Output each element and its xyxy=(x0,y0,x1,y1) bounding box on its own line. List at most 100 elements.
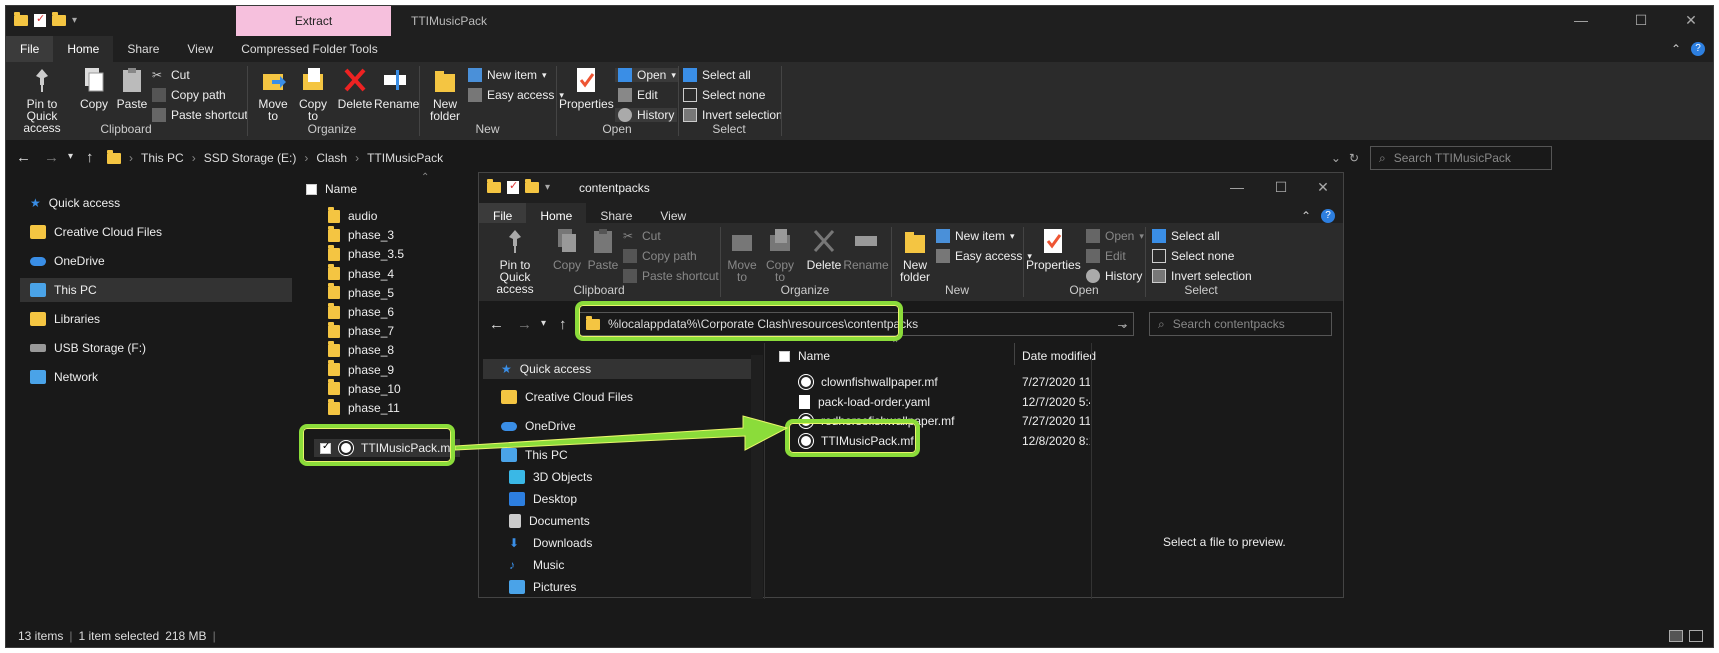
recent-chevron-icon[interactable]: ▾ xyxy=(68,151,73,162)
paste-button[interactable]: Paste xyxy=(114,66,150,110)
nav-music[interactable]: ♪ Music xyxy=(509,558,564,572)
nav-onedrive[interactable]: OneDrive xyxy=(30,254,105,268)
list-item[interactable]: phase_5 xyxy=(328,283,394,300)
nav-quick-access[interactable]: ★ Quick access xyxy=(483,359,751,379)
list-item[interactable]: phase_6 xyxy=(328,302,394,319)
minimize-icon[interactable]: — xyxy=(1571,12,1591,28)
tab-share[interactable]: Share xyxy=(113,36,173,62)
forward-icon[interactable]: → xyxy=(517,316,532,333)
chevron-down-icon[interactable]: ▾ xyxy=(545,182,550,193)
easy-access-button[interactable]: Easy access ▾ xyxy=(468,88,564,102)
select-none-button[interactable]: Select none xyxy=(1152,249,1234,263)
breadcrumb-ssd[interactable]: SSD Storage (E:) xyxy=(204,151,297,165)
properties-icon[interactable] xyxy=(507,179,519,194)
invert-selection-button[interactable]: Invert selection xyxy=(683,108,783,122)
list-item[interactable]: phase_4 xyxy=(328,264,394,281)
collapse-ribbon-icon[interactable]: ⌃ xyxy=(1301,209,1311,223)
breadcrumb-clash[interactable]: Clash xyxy=(316,151,347,165)
new-folder-button[interactable]: New folder xyxy=(896,227,934,283)
list-item[interactable]: pack-load-order.yaml xyxy=(799,394,930,409)
paste-shortcut-button[interactable]: Paste shortcut xyxy=(152,108,248,122)
nav-pictures[interactable]: Pictures xyxy=(509,580,576,594)
breadcrumb-this-pc[interactable]: This PC xyxy=(141,151,184,165)
forward-icon[interactable]: → xyxy=(44,149,59,166)
nav-quick-access[interactable]: ★ Quick access xyxy=(30,196,120,210)
open-button[interactable]: Open ▾ xyxy=(1086,229,1144,243)
column-header-name[interactable]: Name xyxy=(779,349,830,363)
edit-button[interactable]: Edit xyxy=(618,88,658,102)
maximize-icon[interactable]: ☐ xyxy=(1271,179,1291,196)
properties-button[interactable]: Properties xyxy=(559,66,614,110)
cut-button[interactable]: ✂ Cut xyxy=(152,68,190,82)
list-item[interactable]: clownfishwallpaper.mf xyxy=(799,375,938,389)
close-icon[interactable]: ✕ xyxy=(1313,179,1333,196)
rename-button[interactable]: Rename xyxy=(374,66,419,110)
recent-chevron-icon[interactable]: ▾ xyxy=(541,318,546,329)
help-icon[interactable]: ? xyxy=(1321,209,1335,223)
copy-path-button[interactable]: Copy path xyxy=(152,88,226,102)
column-header-name[interactable]: Name xyxy=(306,182,357,196)
back-icon[interactable]: ← xyxy=(489,316,504,333)
new-item-button[interactable]: New item ▾ xyxy=(936,229,1015,243)
refresh-icon[interactable]: ↻ xyxy=(1349,151,1359,165)
new-folder-icon[interactable] xyxy=(52,12,66,26)
select-all-button[interactable]: Select all xyxy=(683,68,751,82)
nav-network[interactable]: Network xyxy=(30,370,98,384)
properties-icon[interactable] xyxy=(34,12,46,27)
column-header-date[interactable]: Date modified xyxy=(1022,349,1096,363)
paste-shortcut-button[interactable]: Paste shortcut xyxy=(623,269,719,283)
copy-button[interactable]: Copy xyxy=(549,227,585,271)
new-item-button[interactable]: New item ▾ xyxy=(468,68,547,82)
new-folder-icon[interactable] xyxy=(525,179,539,193)
list-item[interactable]: phase_9 xyxy=(328,360,394,377)
nav-3d-objects[interactable]: 3D Objects xyxy=(509,470,592,484)
tab-home[interactable]: Home xyxy=(53,36,114,62)
delete-button[interactable]: Delete xyxy=(805,227,843,271)
list-item[interactable]: phase_11 xyxy=(328,398,400,415)
tab-file[interactable]: File xyxy=(6,36,54,62)
search-input[interactable]: ⌕ Search TTIMusicPack xyxy=(1370,146,1552,170)
tab-compressed-folder-tools[interactable]: Compressed Folder Tools xyxy=(227,36,392,62)
tab-extract[interactable]: Extract xyxy=(236,6,391,36)
large-icons-view-icon[interactable] xyxy=(1689,630,1703,642)
paste-button[interactable]: Paste xyxy=(585,227,621,271)
easy-access-button[interactable]: Easy access ▾ xyxy=(936,249,1032,263)
nav-usb[interactable]: USB Storage (F:) xyxy=(30,341,146,355)
move-to-button[interactable]: Move to xyxy=(254,66,292,122)
copy-button[interactable]: Copy xyxy=(76,66,112,110)
edit-button[interactable]: Edit xyxy=(1086,249,1126,263)
list-item[interactable]: phase_3 xyxy=(328,225,394,242)
nav-desktop[interactable]: Desktop xyxy=(509,492,577,506)
back-icon[interactable]: ← xyxy=(16,149,31,166)
copy-to-button[interactable]: Copy to xyxy=(761,227,799,283)
select-none-button[interactable]: Select none xyxy=(683,88,765,102)
collapse-ribbon-icon[interactable]: ⌃ xyxy=(1671,42,1681,56)
select-all-button[interactable]: Select all xyxy=(1152,229,1220,243)
nav-creative-cloud[interactable]: Creative Cloud Files xyxy=(501,390,633,404)
nav-scrollbar[interactable] xyxy=(751,355,763,599)
nav-libraries[interactable]: Libraries xyxy=(30,312,100,326)
nav-this-pc[interactable]: This PC xyxy=(20,278,292,302)
tab-view[interactable]: View xyxy=(173,36,227,62)
list-item[interactable]: phase_7 xyxy=(328,321,394,338)
folder-icon[interactable] xyxy=(14,12,28,26)
chevron-down-icon[interactable]: ▾ xyxy=(72,15,77,26)
nav-documents[interactable]: Documents xyxy=(509,514,590,528)
nav-creative-cloud[interactable]: Creative Cloud Files xyxy=(30,225,162,239)
list-item[interactable]: phase_3.5 xyxy=(328,244,404,261)
properties-button[interactable]: Properties xyxy=(1026,227,1081,271)
new-folder-button[interactable]: New folder xyxy=(426,66,464,122)
nav-downloads[interactable]: ⬇ Downloads xyxy=(509,536,592,550)
up-icon[interactable]: ↑ xyxy=(86,149,94,166)
address-dropdown-icon[interactable]: ⌄ xyxy=(1331,151,1341,165)
copy-path-button[interactable]: Copy path xyxy=(623,249,697,263)
open-button[interactable]: Open ▾ xyxy=(615,68,679,82)
list-item[interactable]: phase_8 xyxy=(328,340,394,357)
breadcrumb-ttimusicpack[interactable]: TTIMusicPack xyxy=(367,151,443,165)
history-button[interactable]: History xyxy=(1086,269,1142,283)
delete-button[interactable]: Delete xyxy=(336,66,374,110)
rename-button[interactable]: Rename xyxy=(843,227,889,271)
details-view-icon[interactable] xyxy=(1669,630,1683,642)
invert-selection-button[interactable]: Invert selection xyxy=(1152,269,1252,283)
folder-icon[interactable] xyxy=(487,179,501,193)
